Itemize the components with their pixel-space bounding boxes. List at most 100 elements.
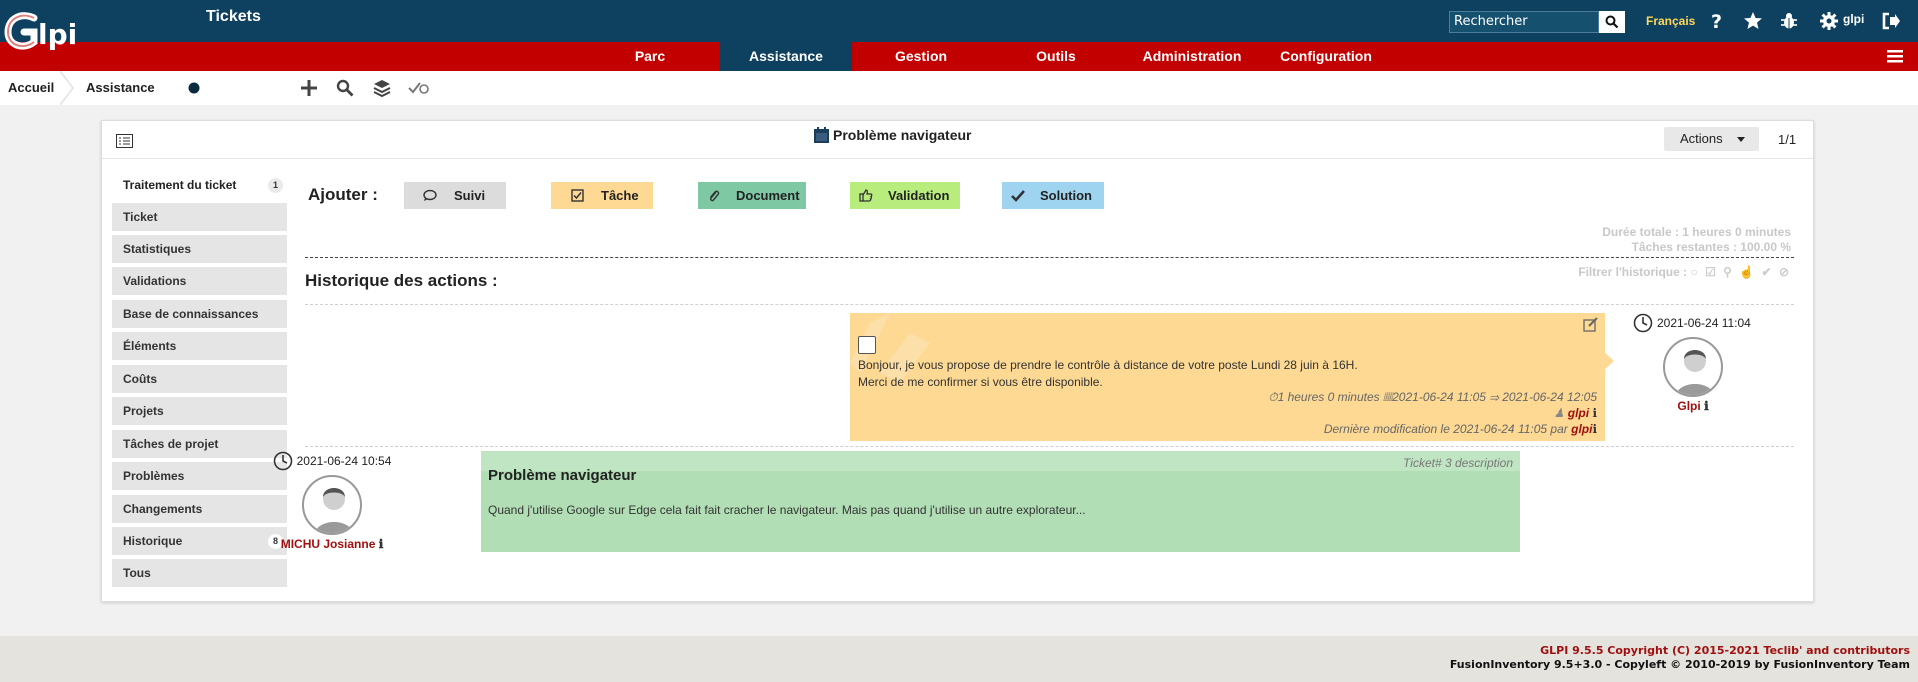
actor-date: 2021-06-24 11:04 [1633, 313, 1753, 333]
user-name[interactable]: glpi [1843, 12, 1864, 26]
tab-problemes[interactable]: Problèmes [112, 462, 287, 490]
filter-label: Filtrer l'historique : [1578, 265, 1688, 279]
menu-configuration[interactable]: Configuration [1266, 42, 1386, 71]
task-content: Bonjour, je vous propose de prendre le c… [858, 357, 1358, 391]
star-icon[interactable] [1742, 10, 1764, 32]
modified-prefix: Dernière modification le 2021-06-24 11:0… [1323, 422, 1568, 436]
tab-label: Traitement du ticket [123, 178, 237, 192]
add-suivi-button[interactable]: Suivi [404, 182, 506, 209]
check-eye-icon[interactable] [408, 77, 430, 99]
glpi-logo[interactable]: lpi [4, 10, 96, 66]
ticket-description: Ticket# 3 description Problème navigateu… [481, 451, 1520, 552]
plus-icon[interactable] [298, 77, 320, 99]
tab-ticket[interactable]: Ticket [112, 203, 287, 231]
page-title: Problème navigateur [814, 127, 972, 143]
tab-label: Ticket [123, 210, 158, 224]
task-item: Bonjour, je vous propose de prendre le c… [850, 313, 1605, 441]
breadcrumb-separator-icon [60, 71, 74, 105]
divider [305, 257, 1794, 258]
tab-traitement-du-ticket[interactable]: Traitement du ticket 1 [112, 171, 287, 199]
help-icon[interactable]: ? [1706, 10, 1728, 32]
info-icon[interactable]: ℹ [1704, 399, 1709, 413]
add-solution-button[interactable]: Solution [1002, 182, 1104, 209]
avatar[interactable] [302, 475, 362, 535]
caret-down-icon [1737, 137, 1745, 142]
top-bar: Rechercher Français ? glpi [0, 0, 1918, 42]
page-title-text: Problème navigateur [833, 127, 972, 143]
add-suivi-label: Suivi [454, 188, 486, 203]
description-title: Problème navigateur [488, 467, 637, 484]
tab-label: Statistiques [123, 242, 192, 256]
tab-label: Historique [123, 534, 183, 548]
actor-name[interactable]: MICHU Josianne ℹ [272, 537, 392, 551]
total-duration: Durée totale : 1 heures 0 minutes [1602, 225, 1791, 239]
actor-date: 2021-06-24 10:54 [272, 451, 392, 471]
filter-icons[interactable]: ○ ☑ ⚲ ☝ ✔ ⊘ [1690, 265, 1791, 279]
menu-assistance[interactable]: Assistance [720, 42, 852, 71]
task-done-checkbox[interactable] [858, 336, 876, 354]
breadcrumb-assistance[interactable]: Assistance [86, 71, 155, 105]
modified-user[interactable]: glpi [1571, 422, 1592, 436]
tab-tous[interactable]: Tous [112, 559, 287, 587]
add-document-label: Document [736, 188, 800, 203]
task-schedule: ⏱1 heures 0 minutes ▦2021-06-24 11:05 ⇒ … [1268, 390, 1597, 405]
actions-button[interactable]: Actions [1664, 127, 1759, 151]
tab-elements[interactable]: Éléments [112, 332, 287, 360]
tab-projets[interactable]: Projets [112, 397, 287, 425]
pager: 1/1 [1778, 132, 1797, 147]
actions-label: Actions [1680, 131, 1723, 146]
svg-text:lpi: lpi [38, 18, 77, 51]
footer: GLPI 9.5.5 Copyright (C) 2015-2021 Tecli… [0, 636, 1918, 682]
search-button[interactable] [1599, 11, 1625, 33]
breadcrumb-tickets-label: Tickets [206, 8, 261, 25]
list-icon[interactable] [116, 134, 133, 151]
footer-copyright-fusion[interactable]: FusionInventory 9.5+3.0 - Copyleft © 201… [1450, 658, 1910, 671]
edit-icon[interactable] [1583, 317, 1599, 333]
tab-historique[interactable]: Historique 8 [112, 527, 287, 555]
breadcrumb-home[interactable]: Accueil [8, 71, 54, 105]
tab-badge: 1 [268, 178, 283, 193]
description-text: Quand j'utilise Google sur Edge cela fai… [488, 503, 1086, 517]
info-icon[interactable]: ℹ [379, 537, 384, 551]
tab-statistiques[interactable]: Statistiques [112, 235, 287, 263]
menu-outils[interactable]: Outils [996, 42, 1116, 71]
add-document-button[interactable]: Document [698, 182, 806, 209]
layers-icon[interactable] [371, 77, 393, 99]
tab-changements[interactable]: Changements [112, 495, 287, 523]
add-tache-button[interactable]: Tâche [551, 182, 653, 209]
info-icon[interactable]: ℹ [1592, 422, 1597, 436]
hamburger-menu-icon[interactable] [1886, 47, 1904, 65]
add-label: Ajouter : [308, 185, 378, 204]
tab-couts[interactable]: Coûts [112, 365, 287, 393]
breadcrumb-tickets[interactable]: Tickets [166, 2, 286, 32]
checkbox-icon [567, 189, 587, 202]
tab-taches-de-projet[interactable]: Tâches de projet [112, 430, 287, 458]
menu-gestion[interactable]: Gestion [862, 42, 980, 71]
description-ref: Ticket# 3 description [1403, 456, 1513, 470]
avatar[interactable] [1663, 337, 1723, 397]
search-icon[interactable] [334, 77, 356, 99]
main-menu-bar: Parc Assistance Gestion Outils Administr… [0, 42, 1918, 71]
info-circle-icon [188, 82, 200, 94]
tab-label: Éléments [123, 339, 177, 353]
bug-icon[interactable] [1778, 10, 1800, 32]
description-header [481, 451, 1520, 471]
logout-icon[interactable] [1880, 10, 1902, 32]
tab-label: Projets [123, 404, 164, 418]
task-modified: Dernière modification le 2021-06-24 11:0… [1324, 422, 1597, 436]
info-icon[interactable]: ℹ [1592, 406, 1597, 420]
footer-copyright-glpi[interactable]: GLPI 9.5.5 Copyright (C) 2015-2021 Tecli… [1540, 644, 1910, 657]
add-solution-label: Solution [1040, 188, 1092, 203]
task-user-name[interactable]: glpi [1568, 406, 1589, 420]
menu-parc[interactable]: Parc [598, 42, 702, 71]
add-validation-button[interactable]: Validation [850, 182, 960, 209]
actor-name[interactable]: Glpi ℹ [1633, 399, 1753, 413]
search-input[interactable]: Rechercher [1449, 11, 1599, 33]
menu-administration[interactable]: Administration [1130, 42, 1254, 71]
language-selector[interactable]: Français [1646, 14, 1695, 28]
tab-base-de-connaissances[interactable]: Base de connaissances [112, 300, 287, 328]
gear-icon[interactable] [1818, 10, 1840, 32]
actor-name-text: MICHU Josianne [280, 537, 376, 551]
task-actor: 2021-06-24 11:04 Glpi ℹ [1633, 313, 1753, 413]
tab-validations[interactable]: Validations [112, 267, 287, 295]
